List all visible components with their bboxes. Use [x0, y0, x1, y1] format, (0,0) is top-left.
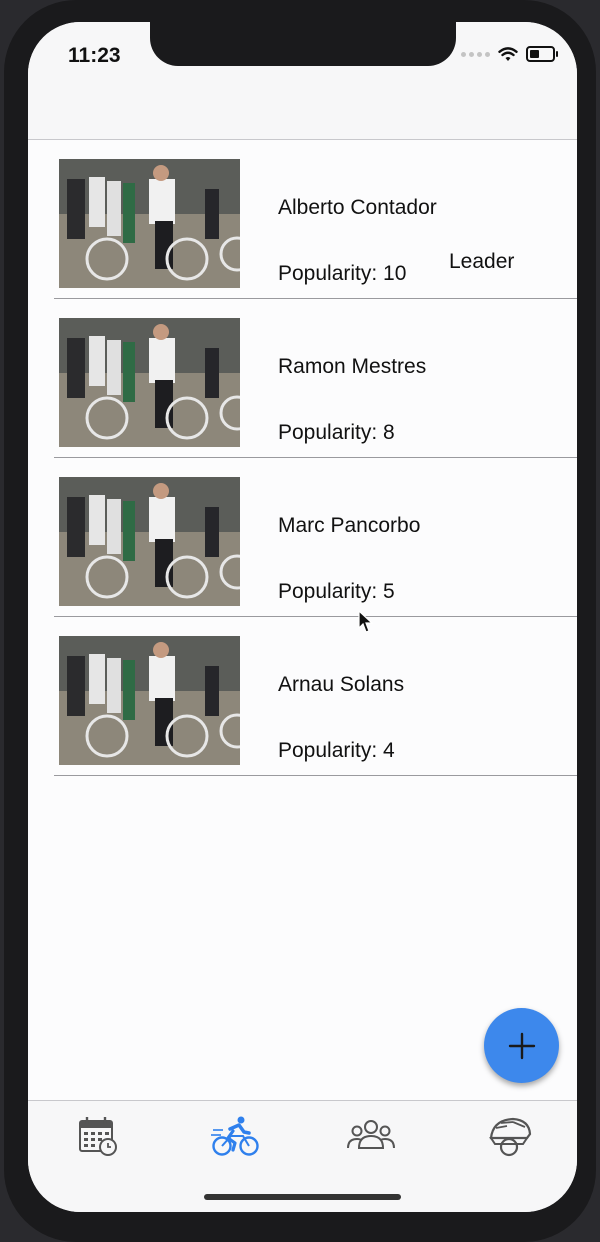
status-time: 11:23 [68, 44, 121, 67]
rider-popularity: Popularity: 4 [278, 739, 395, 762]
rider-name: Alberto Contador [278, 196, 437, 219]
group-icon [347, 1120, 395, 1149]
rider-row[interactable]: Arnau Solans Popularity: 4 [54, 617, 577, 776]
rider-photo [59, 477, 240, 606]
tab-teams[interactable] [346, 1111, 396, 1161]
rider-popularity: Popularity: 10 [278, 262, 407, 285]
cyclist-icon [211, 1116, 259, 1156]
rider-photo [59, 159, 240, 288]
rider-name: Ramon Mestres [278, 355, 427, 378]
rider-photo [59, 636, 240, 765]
battery-icon [526, 46, 558, 62]
leader-badge: Leader [449, 250, 515, 273]
rider-name: Arnau Solans [278, 673, 405, 696]
rider-list[interactable]: Alberto Contador Popularity: 10 Leader R… [28, 140, 577, 776]
rider-popularity: Popularity: 5 [278, 580, 395, 603]
mouse-cursor-icon [358, 610, 374, 633]
rider-name: Marc Pancorbo [278, 514, 421, 537]
tab-profile[interactable] [485, 1111, 535, 1161]
rider-row[interactable]: Marc Pancorbo Popularity: 5 [54, 458, 577, 617]
home-indicator[interactable] [204, 1194, 401, 1200]
add-rider-button[interactable] [484, 1008, 559, 1083]
calendar-icon [79, 1117, 117, 1156]
plus-icon [508, 1032, 535, 1059]
status-icons [461, 46, 558, 62]
rider-row[interactable]: Alberto Contador Popularity: 10 Leader [54, 140, 577, 299]
tab-calendar[interactable] [73, 1111, 123, 1161]
device-notch [150, 22, 456, 66]
app-screen: 11:23 Alberto Contador Popularity: 10 Le… [28, 22, 577, 1212]
tab-riders[interactable] [210, 1111, 260, 1161]
rider-row[interactable]: Ramon Mestres Popularity: 8 [54, 299, 577, 458]
wifi-icon [498, 46, 518, 61]
rider-photo [59, 318, 240, 447]
rider-popularity: Popularity: 8 [278, 421, 395, 444]
signal-icon [461, 51, 490, 57]
helmet-icon [489, 1117, 532, 1157]
